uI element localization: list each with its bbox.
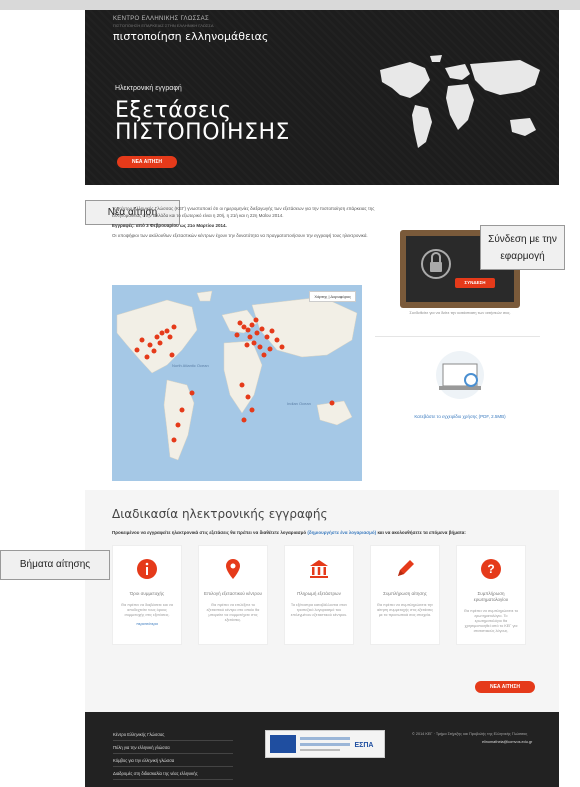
footer-email-link[interactable]: elinomatheia@komvos.edu.gr	[482, 740, 532, 744]
callout-steps: Βήματα αίτησης	[0, 550, 110, 580]
step-title: Συμπλήρωση ερωτηματολογίου	[473, 591, 509, 602]
eu-flag-icon: ΕΣΠΑ	[270, 735, 374, 753]
step-questionnaire[interactable]: ? Συμπλήρωση ερωτηματολογίου Θα πρέπει ν…	[456, 545, 526, 645]
step-application-form[interactable]: Συμπλήρωση αίτησης Θα πρέπει να συμπληρώ…	[370, 545, 440, 645]
divider	[375, 336, 540, 337]
step-description: Θα πρέπει να επιλέξετε το εξεταστικό κέν…	[206, 603, 260, 622]
map-marker-icon	[226, 559, 240, 579]
espa-label: ΕΣΠΑ	[355, 742, 374, 749]
footer-link[interactable]: Πύλη για την ελληνική γλώσσα	[113, 745, 233, 754]
new-application-button[interactable]: ΝΕΑ ΑΙΤΗΣΗ	[117, 156, 177, 168]
svg-text:?: ?	[487, 562, 494, 576]
steps-title: Διαδικασία ηλεκτρονικής εγγραφής	[112, 507, 328, 521]
map-type-control[interactable]: Χάρτης | Δορυφόρος	[309, 291, 356, 302]
footer-link[interactable]: Κέντρο Ελληνικής Γλώσσας	[113, 732, 233, 741]
step-description: Θα πρέπει να διαβάσετε και να αποδεχτείτ…	[121, 603, 173, 617]
hero-subtitle: Ηλεκτρονική εγγραφή	[115, 85, 182, 92]
info-icon	[137, 559, 157, 579]
login-note: Συνδεθείτε για να δείτε την κατάσταση τω…	[409, 310, 511, 315]
hero-title-line2: ΠΙΣΤΟΠΟΙΗΣΗΣ	[115, 120, 290, 145]
hero-banner: ΚΕΝΤΡΟ ΕΛΛΗΝΙΚΗΣ ΓΛΩΣΣΑΣ ΠΙΣΤΟΠΟΙΗΣΗ ΕΠΑ…	[85, 10, 559, 185]
footer-copyright: © 2014 ΚΕΓ · Τμήμα Στήριξης και Προβολής…	[412, 732, 528, 736]
laptop-manual-icon[interactable]	[425, 350, 495, 400]
footer-link[interactable]: Κόμβος για την ελληνική γλώσσα	[113, 758, 233, 767]
map-label-indian: Indian Ocean	[287, 401, 311, 406]
brand-org-name: ΚΕΝΤΡΟ ΕΛΛΗΝΙΚΗΣ ΓΛΩΣΣΑΣ	[113, 16, 209, 22]
steps-intro-end: και να ακολουθήσετε τα επόμενα βήματα:	[376, 530, 466, 535]
manual-download-link[interactable]: Κατεβάστε το εγχειρίδιο χρήσης (PDF, 2.5…	[410, 414, 510, 420]
top-bar	[0, 0, 580, 10]
world-map-illustration	[380, 55, 540, 148]
exam-centers-map[interactable]: North Atlantic Ocean Indian Ocean Χάρτης…	[112, 285, 362, 481]
step-description: Θα πρέπει να συμπληρώσετε την αίτηση συμ…	[376, 603, 434, 617]
footer: Κέντρο Ελληνικής Γλώσσας Πύλη για την ελ…	[85, 712, 559, 787]
step-payment[interactable]: Πληρωμή εξετάστρων Τα εξέταστρα καταβάλλ…	[284, 545, 354, 645]
step-more-link[interactable]: περισσότερα	[113, 618, 181, 626]
page: ΚΕΝΤΡΟ ΕΛΛΗΝΙΚΗΣ ΓΛΩΣΣΑΣ ΠΙΣΤΟΠΟΙΗΣΗ ΕΠΑ…	[0, 10, 565, 787]
step-terms[interactable]: Όροι συμμετοχής Θα πρέπει να διαβάσετε κ…	[112, 545, 182, 645]
step-description: Τα εξέταστρα καταβάλλονται στον τραπεζικ…	[290, 603, 348, 617]
brand-org-subtitle: ΠΙΣΤΟΠΟΙΗΣΗ ΕΠΑΡΚΕΙΑΣ ΣΤΗΝ ΕΛΛΗΝΙΚΗ ΓΛΩΣ…	[113, 23, 214, 28]
map-label-atlantic: North Atlantic Ocean	[172, 363, 209, 368]
question-icon: ?	[481, 559, 501, 579]
espa-banner: ΕΣΠΑ	[265, 730, 385, 758]
callout-login: Σύνδεση με την εφαρμογή	[480, 225, 565, 270]
steps-intro-start: Προκειμένου να εγγραφείτε ηλεκτρονικά στ…	[112, 530, 308, 535]
step-title: Επιλογή εξεταστικού κέντρου	[204, 591, 262, 596]
new-application-bottom-button[interactable]: ΝΕΑ ΑΙΤΗΣΗ	[475, 681, 535, 693]
map-canvas[interactable]: North Atlantic Ocean Indian Ocean	[112, 285, 362, 481]
step-description: Θα πρέπει να συμπληρώσετε το ερωτηματολό…	[463, 609, 519, 633]
intro-paragraph-1: Το Κέντρο Ελληνικής Γλώσσας (ΚΕΓ) γνωστο…	[112, 206, 375, 218]
intro-text: Το Κέντρο Ελληνικής Γλώσσας (ΚΕΓ) γνωστο…	[112, 205, 387, 239]
intro-paragraph-2: Εγγραφές: από 3 Φεβρουαρίου ως 21ο Μαρτί…	[112, 223, 227, 228]
login-button[interactable]: ΣΥΝΔΕΣΗ	[455, 278, 495, 288]
pencil-icon	[398, 560, 414, 576]
steps-intro: Προκειμένου να εγγραφείτε ηλεκτρονικά στ…	[112, 530, 542, 535]
intro-paragraph-3: Οι υποψήφιοι των ακόλουθων εξεταστικών κ…	[112, 233, 368, 238]
step-center[interactable]: Επιλογή εξεταστικού κέντρου Θα πρέπει να…	[198, 545, 268, 645]
footer-link[interactable]: Διαδρομές στη διδασκαλία της νέας ελληνι…	[113, 771, 233, 780]
bank-icon	[310, 560, 328, 578]
brand-title[interactable]: πιστοποίηση ελληνομάθειας	[113, 30, 268, 43]
create-account-link[interactable]: (δημιουργήστε ένα λογαριασμό)	[307, 530, 376, 535]
